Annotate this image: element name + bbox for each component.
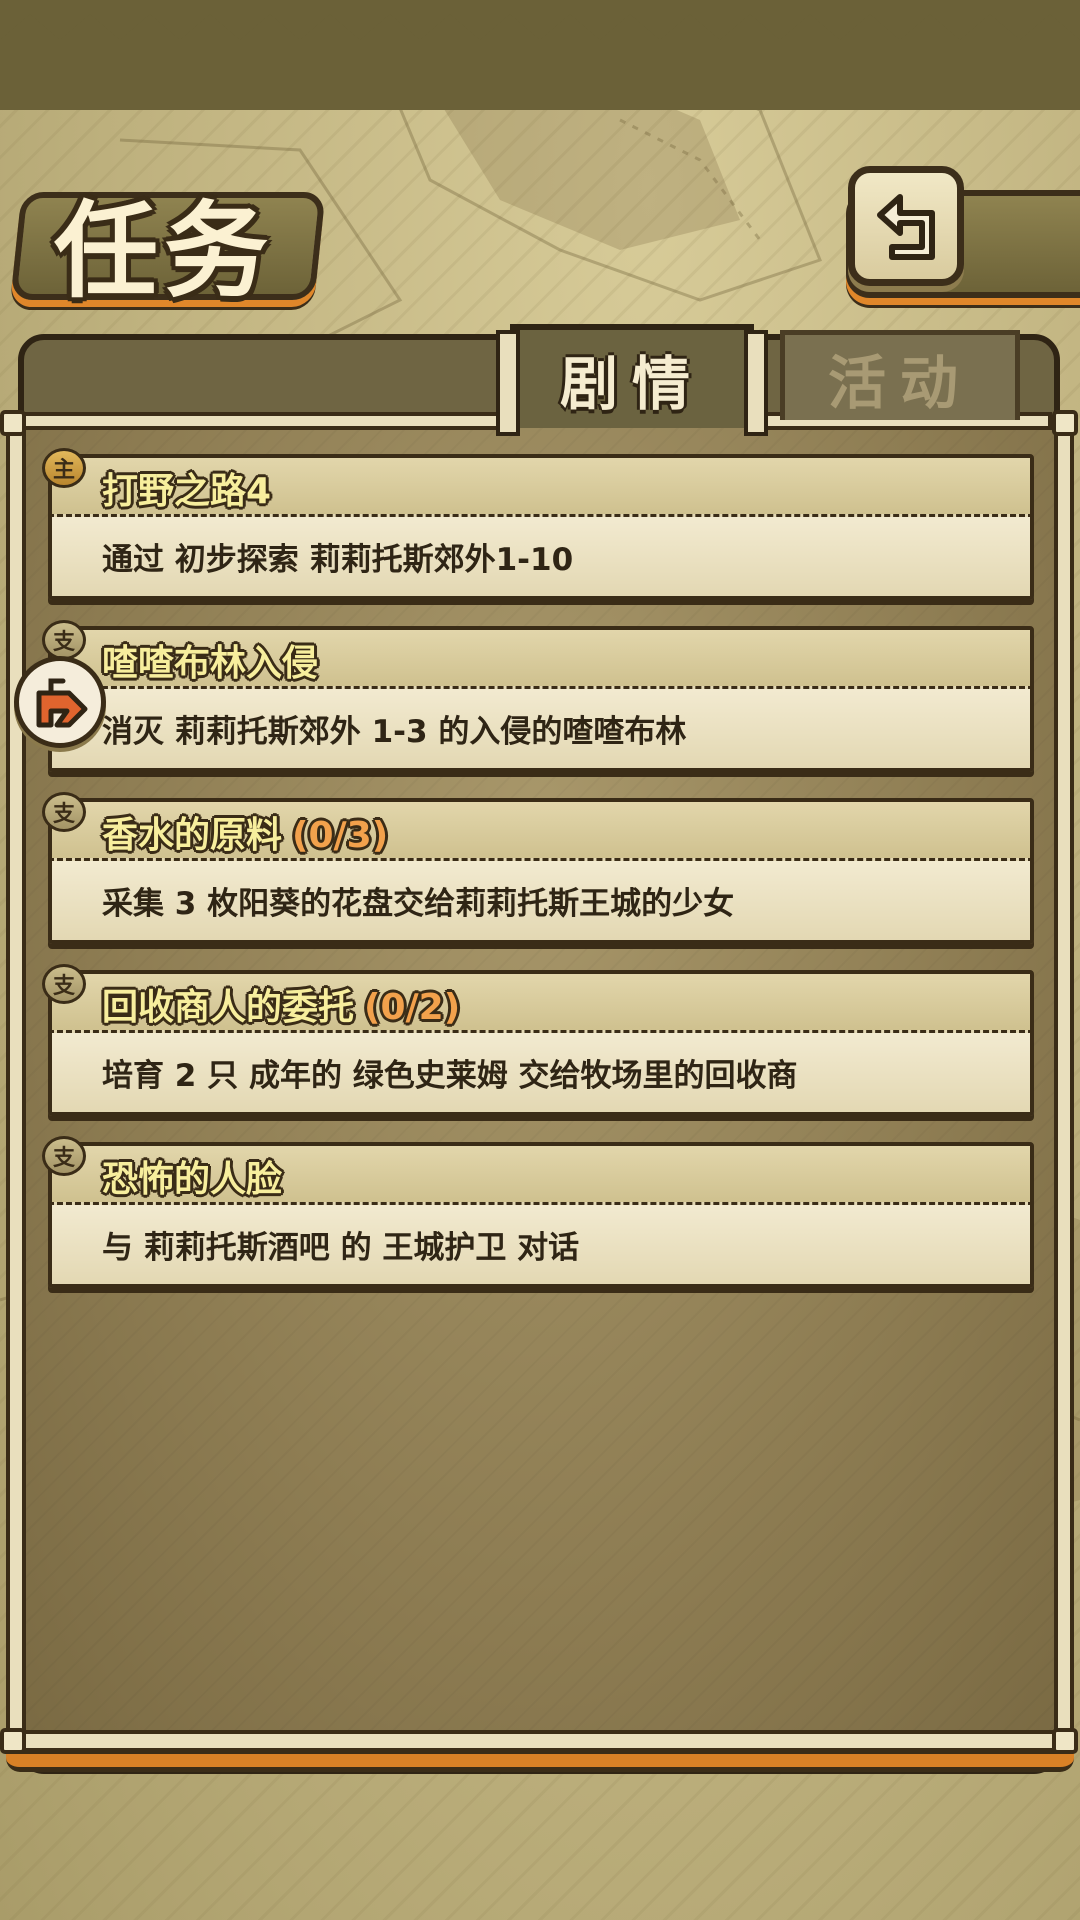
tab-event[interactable]: 活动 <box>780 330 1020 420</box>
quest-description: 与 莉莉托斯酒吧 的 王城护卫 对话 <box>102 1230 580 1266</box>
quest-description: 采集 3 枚阳葵的花盘交给莉莉托斯王城的少女 <box>102 886 735 922</box>
quest-card[interactable]: 支 香水的原料 (0/3) 采集 3 枚阳葵的花盘交给莉莉托斯王城的少女 <box>42 792 1034 944</box>
quest-title: 打野之路4 <box>102 471 272 512</box>
side-quest-badge-icon: 支 <box>42 964 86 1004</box>
quest-card[interactable]: 支 喳喳布林入侵 消灭 莉莉托斯郊外 1-3 的入侵的喳喳布林 <box>42 620 1034 772</box>
page-title: 任务 <box>54 190 275 312</box>
quest-title: 回收商人的委托 (0/2) <box>102 987 461 1028</box>
tracking-arrow-icon <box>36 678 88 728</box>
tab-story[interactable]: 剧情 <box>496 324 768 436</box>
quest-title: 喳喳布林入侵 <box>102 643 319 684</box>
main-quest-badge-icon: 主 <box>42 448 86 488</box>
quest-card[interactable]: 支 回收商人的委托 (0/2) 培育 2 只 成年的 绿色史莱姆 交给牧场里的回收… <box>42 964 1034 1116</box>
quest-card[interactable]: 支 恐怖的人脸 与 莉莉托斯酒吧 的 王城护卫 对话 <box>42 1136 1034 1288</box>
panel-rail-top-left <box>8 412 508 430</box>
side-quest-badge-icon: 支 <box>42 1136 86 1176</box>
rail-knob <box>0 1728 26 1754</box>
track-quest-button[interactable] <box>14 656 106 748</box>
rail-knob <box>1052 1728 1078 1754</box>
quest-description: 消灭 莉莉托斯郊外 1-3 的入侵的喳喳布林 <box>102 714 687 750</box>
quest-title: 恐怖的人脸 <box>102 1159 283 1200</box>
side-quest-badge-icon: 支 <box>42 792 86 832</box>
side-quest-badge-icon: 支 <box>42 620 86 660</box>
rail-knob <box>0 410 26 436</box>
rail-knob <box>1052 410 1078 436</box>
panel-rail-right <box>1054 420 1074 1744</box>
back-button[interactable] <box>848 166 964 286</box>
panel-rail-bottom <box>16 1730 1060 1752</box>
quest-description: 通过 初步探索 莉莉托斯郊外1-10 <box>102 542 574 578</box>
quest-title: 香水的原料 (0/3) <box>102 815 389 856</box>
quest-card[interactable]: 主 打野之路4 通过 初步探索 莉莉托斯郊外1-10 <box>42 448 1034 600</box>
quest-description: 培育 2 只 成年的 绿色史莱姆 交给牧场里的回收商 <box>102 1058 798 1094</box>
panel-rail-left <box>6 420 26 1744</box>
back-return-icon <box>877 194 935 260</box>
